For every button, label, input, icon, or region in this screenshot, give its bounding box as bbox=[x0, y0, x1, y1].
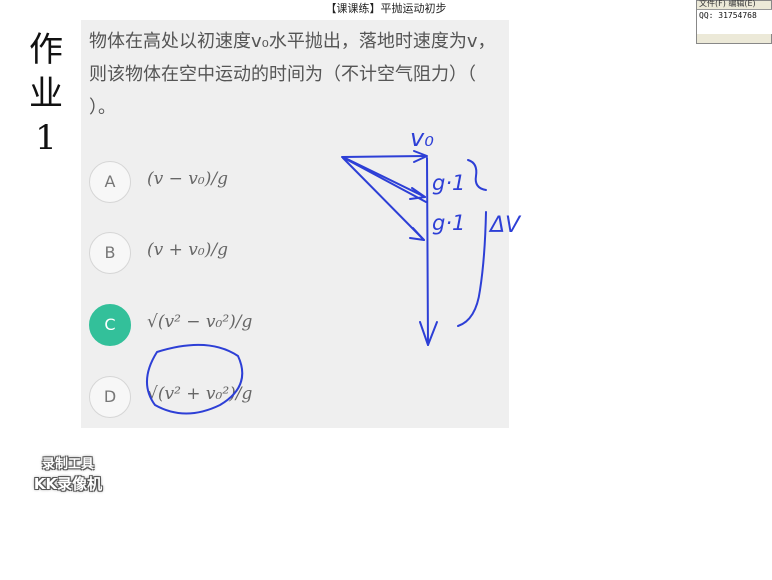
ink-vertical-arrow bbox=[426, 157, 429, 346]
ink-label-delta-v: ΔV bbox=[488, 213, 522, 238]
ink-label-g1-top: g·1 bbox=[432, 171, 465, 195]
ink-label-g1-bottom: g·1 bbox=[432, 211, 465, 235]
watermark-line-1: 录制工具 bbox=[41, 457, 94, 472]
ink-label-v0: v₀ bbox=[410, 124, 434, 152]
popup-menu-bar[interactable]: 文件(F) 编辑(E) bbox=[699, 0, 756, 9]
ink-v0-arrow bbox=[341, 155, 427, 158]
popup-qq-number: QQ: 31754768 bbox=[697, 9, 772, 34]
watermark-line-2: KK录像机 bbox=[33, 475, 103, 493]
recorder-watermark: 录制工具 KK录像机 bbox=[18, 456, 118, 494]
ink-diagonal-3 bbox=[343, 157, 427, 203]
ink-brace-small bbox=[467, 159, 487, 191]
qq-popup-window[interactable]: 文件(F) 编辑(E) QQ: 31754768 bbox=[696, 0, 772, 44]
ink-circle-d bbox=[146, 343, 244, 415]
